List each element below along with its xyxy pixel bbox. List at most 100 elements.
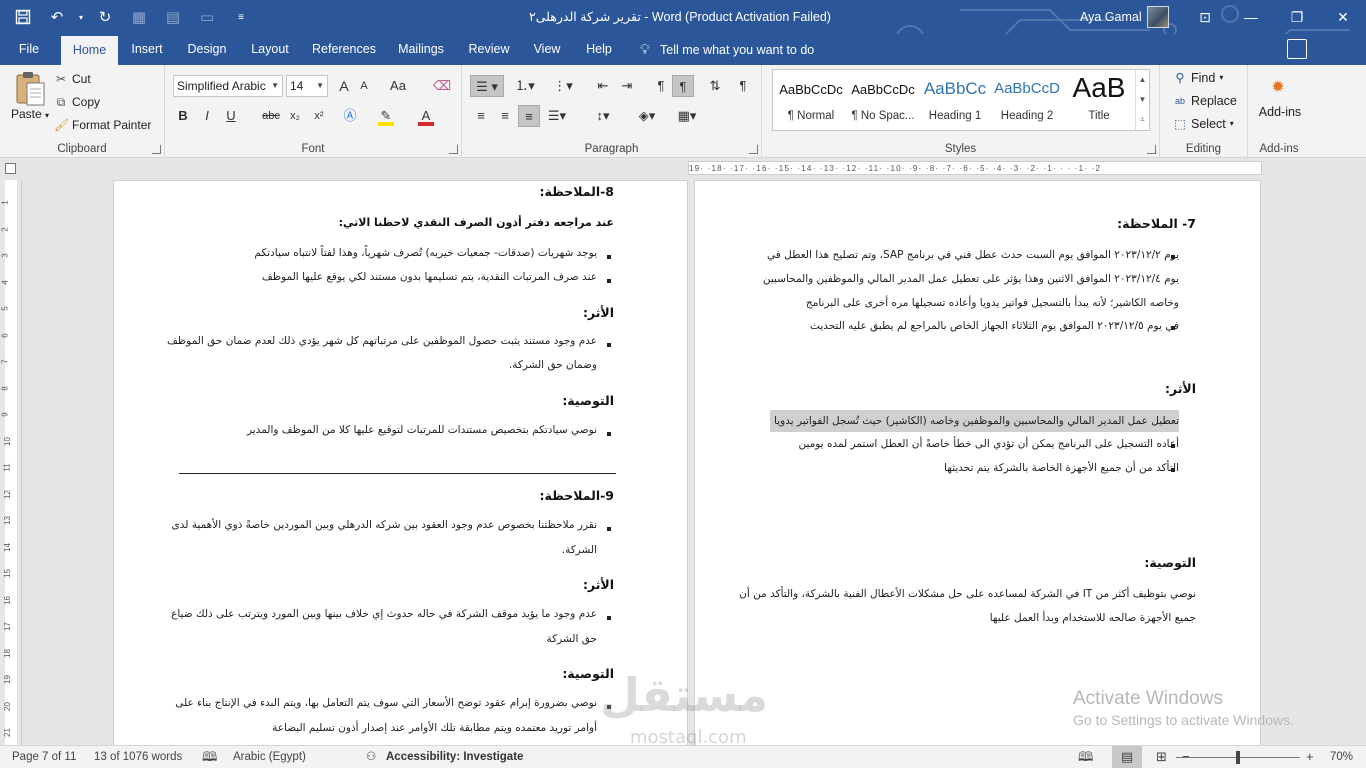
ltr-icon[interactable]: ¶ (650, 75, 672, 97)
font-size-select[interactable]: 14 ▼ (286, 75, 328, 97)
addins-button[interactable]: Add-ins (1252, 105, 1308, 119)
grow-font-button[interactable]: A (336, 75, 352, 97)
subscript-button[interactable]: x₂ (286, 105, 304, 127)
font-name-select[interactable]: Simplified Arabic ▼ (173, 75, 283, 97)
selected-text[interactable]: تعطيل عمل المدير المالي والمحاسبين والمو… (770, 410, 1179, 432)
bullet-text: عند صرف المرتبات النقدية، يتم تسليمها بد… (261, 271, 597, 283)
tell-me-search[interactable]: 💡︎ Tell me what you want to do (640, 34, 814, 65)
zoom-in-button[interactable]: + (1306, 746, 1314, 768)
tab-review[interactable]: Review (462, 34, 516, 65)
page-count[interactable]: Page 7 of 11 (12, 746, 76, 768)
replace-button[interactable]: ab Replace (1173, 91, 1237, 111)
zoom-slider-thumb[interactable] (1236, 751, 1240, 764)
style-no-spacing[interactable]: AaBbCcDc ¶ No Spac... (847, 70, 919, 130)
shrink-font-button[interactable]: A (356, 75, 372, 97)
tab-help[interactable]: Help (578, 34, 620, 65)
font-color-button[interactable]: A (416, 105, 436, 127)
rtl-icon[interactable]: ¶ (672, 75, 694, 97)
print-layout-icon[interactable]: ▤ (1112, 746, 1142, 768)
superscript-button[interactable]: x² (310, 105, 328, 127)
decrease-indent-icon[interactable]: ⇤ (592, 75, 614, 97)
restore-button[interactable]: ❐ (1274, 0, 1320, 34)
document-page-right[interactable]: 7- الملاحظة: يوم ٢٠٢٣/١٢/٢ الموافق يوم ا… (694, 180, 1261, 745)
tab-selector[interactable] (5, 163, 16, 174)
activation-subtitle: Go to Settings to activate Windows. (1073, 712, 1294, 728)
language-indicator[interactable]: Arabic (Egypt) (233, 746, 306, 768)
comments-icon[interactable] (1287, 39, 1307, 59)
read-mode-icon[interactable]: 🕮︎ (1078, 746, 1093, 768)
section-heading: 7- الملاحظة: (1117, 216, 1196, 231)
bold-button[interactable]: B (174, 105, 192, 127)
borders-icon[interactable]: ▦▾ (672, 105, 702, 127)
tab-view[interactable]: View (526, 34, 568, 65)
increase-indent-icon[interactable]: ⇥ (616, 75, 638, 97)
justify-icon[interactable]: ☰▾ (542, 105, 572, 127)
underline-button[interactable]: U (222, 105, 240, 127)
close-button[interactable]: ✕ (1320, 0, 1366, 34)
undo-dropdown-icon[interactable]: ▾ (76, 2, 86, 32)
style-heading-2[interactable]: AaBbCcD Heading 2 (991, 70, 1063, 130)
align-center-icon[interactable]: ≡ (494, 105, 516, 127)
copy-button[interactable]: ⧉ Copy (54, 92, 100, 112)
document-page-left[interactable]: 8-الملاحظة: عند مراجعه دفتر أذون الصرف ا… (113, 180, 688, 745)
grid-icon[interactable]: ▤ (158, 2, 188, 32)
user-name[interactable]: Aya Gamal (1080, 0, 1142, 34)
tab-home[interactable]: Home (61, 36, 118, 65)
tab-design[interactable]: Design (180, 34, 234, 65)
sort-icon[interactable]: ⇅ (704, 75, 726, 97)
web-layout-icon[interactable]: ⊞ (1156, 746, 1167, 768)
tab-mailings[interactable]: Mailings (392, 34, 450, 65)
paragraph-launcher-icon[interactable] (749, 145, 758, 154)
word-count[interactable]: 13 of 1076 words (94, 746, 182, 768)
text-effects-icon[interactable]: Ⓐ (340, 105, 360, 127)
show-formatting-icon[interactable]: ¶ (732, 75, 754, 97)
vertical-ruler[interactable]: 1 2 3 4 5 6 7 8 9 10 11 12 13 14 15 16 17 18 19 20 21 (0, 180, 22, 745)
tab-insert[interactable]: Insert (124, 34, 170, 65)
table-icon[interactable]: ▦ (124, 2, 154, 32)
proofing-icon[interactable]: 🕮︎ (202, 746, 217, 768)
accessibility-icon[interactable]: ⚇ (366, 746, 376, 768)
minimize-button[interactable]: — (1228, 0, 1274, 34)
align-right-icon[interactable]: ≡ (518, 105, 540, 127)
italic-button[interactable]: I (198, 105, 216, 127)
zoom-level[interactable]: 70% (1330, 746, 1353, 768)
find-button[interactable]: ⚲ Find ▾ (1173, 68, 1223, 88)
format-painter-button[interactable]: 🖌︎ Format Painter (54, 115, 151, 135)
save-icon[interactable] (8, 2, 38, 32)
line-spacing-icon[interactable]: ↕▾ (588, 105, 618, 127)
paste-button[interactable]: Paste ▾ (8, 107, 52, 121)
avatar[interactable] (1147, 6, 1169, 28)
customize-qat-icon[interactable]: ≡ (226, 2, 256, 32)
clear-formatting-icon[interactable]: ⌫ (432, 75, 452, 97)
undo-icon[interactable]: ↶ (42, 2, 72, 32)
align-left-icon[interactable]: ≡ (470, 105, 492, 127)
numbering-icon[interactable]: ⒈▾ (510, 75, 540, 97)
style-heading-1[interactable]: AaBbCc Heading 1 (919, 70, 991, 130)
select-button[interactable]: ⬚ Select ▾ (1173, 114, 1234, 134)
addins-icon[interactable]: ✹ (1268, 77, 1288, 97)
font-launcher-icon[interactable] (449, 145, 458, 154)
form-icon[interactable]: ▭ (192, 2, 222, 32)
bullets-button[interactable]: ☰ ▾ (470, 75, 504, 97)
tab-file[interactable]: File (8, 34, 50, 65)
multilevel-list-icon[interactable]: ⋮▾ (548, 75, 578, 97)
accessibility-status[interactable]: Accessibility: Investigate (386, 746, 523, 768)
cut-button[interactable]: ✂ Cut (54, 69, 91, 89)
strikethrough-button[interactable]: abc (260, 105, 282, 127)
style-normal[interactable]: AaBbCcDc ¶ Normal (775, 70, 847, 130)
document-area[interactable]: 19· ·18· ·17· ·16· ·15· ·14· ·13· ·12· ·… (0, 158, 1366, 745)
ribbon-display-options-icon[interactable]: ⊡ (1182, 0, 1228, 34)
horizontal-ruler[interactable]: 19· ·18· ·17· ·16· ·15· ·14· ·13· ·12· ·… (688, 161, 1262, 175)
redo-icon[interactable]: ↻ (90, 2, 120, 32)
bullet-text: نوصي سيادتكم بتخصيص مستندات للمرتبات لتو… (246, 424, 597, 436)
tab-layout[interactable]: Layout (244, 34, 296, 65)
paste-icon[interactable] (14, 71, 46, 107)
styles-launcher-icon[interactable] (1147, 145, 1156, 154)
clipboard-launcher-icon[interactable] (152, 145, 161, 154)
change-case-button[interactable]: Aa (386, 75, 410, 97)
highlight-color-icon[interactable]: ✎ (376, 105, 396, 127)
style-title[interactable]: AaB Title (1063, 70, 1135, 130)
shading-icon[interactable]: ◈▾ (632, 105, 662, 127)
tab-references[interactable]: References (306, 34, 382, 65)
styles-scroll[interactable]: ▲ ▼ ⩡ (1135, 70, 1149, 130)
